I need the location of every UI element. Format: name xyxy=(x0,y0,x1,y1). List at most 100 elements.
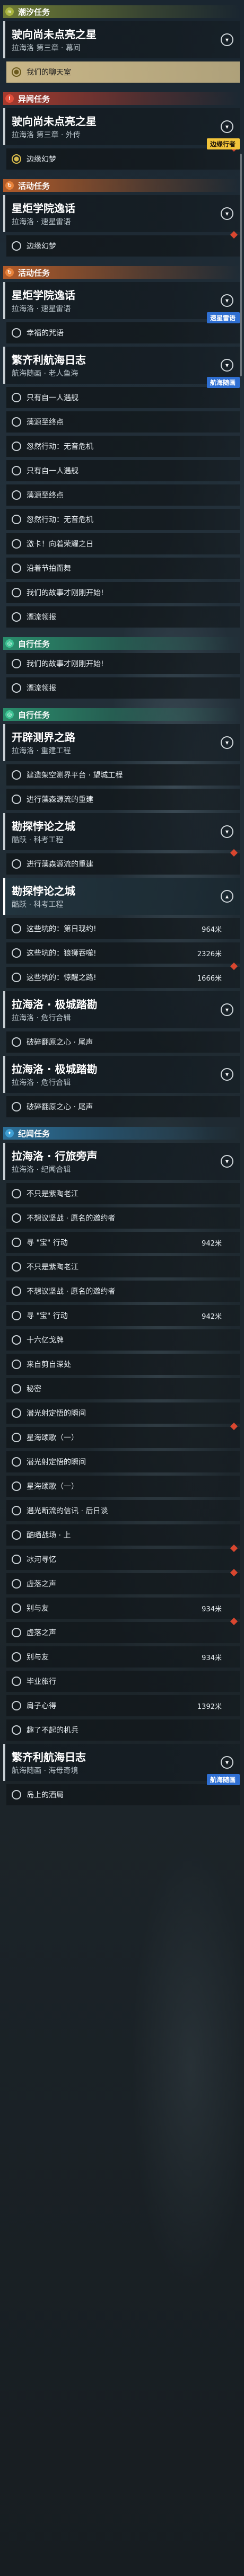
objective-item[interactable]: 忽然行动：无音危机 xyxy=(6,509,240,530)
category-label: 自行任务 xyxy=(18,710,50,720)
objective-item[interactable]: 我们的故事才刚刚开始! xyxy=(6,582,240,603)
objective-item[interactable]: 只有自一人遇舰 xyxy=(6,387,240,408)
objective-item[interactable]: 沿着节拍而舞 xyxy=(6,558,240,579)
objective-item[interactable]: 不只是紫陶老江 xyxy=(6,1256,240,1277)
category-header[interactable]: ! 异闻任务 xyxy=(3,92,240,105)
objective-item[interactable]: 建造架空测界平台 · 望城工程 xyxy=(6,764,240,786)
objective-item[interactable]: 十六亿戈牌 xyxy=(6,1329,240,1351)
objective-item[interactable]: 毕业旅行 xyxy=(6,1671,240,1692)
chevron-toggle-icon[interactable]: ▾ xyxy=(221,1155,233,1168)
quest-tag-badge: 航海随画 xyxy=(206,1774,240,1785)
objective-item[interactable]: 这些坑的：狼狮吞噬! 2326米 xyxy=(6,942,240,964)
quest-header[interactable]: 繁齐利航海日志 航海随画 · 海母奇境 ▾ 航海随画 xyxy=(3,1744,240,1785)
objective-item[interactable]: 漂流领报 xyxy=(6,606,240,628)
category-header[interactable]: ≈ 潮汐任务 xyxy=(3,5,240,18)
objective-item[interactable]: 激卡！向着荣耀之日 xyxy=(6,533,240,554)
category-header[interactable]: ◎ 自行任务 xyxy=(3,708,240,721)
quest-title: 勘探悖论之城 xyxy=(12,885,75,897)
objective-ring-icon xyxy=(12,1457,21,1467)
quest-header[interactable]: 开辟测界之路 拉海洛 · 重建工程 ▾ xyxy=(3,724,240,761)
objective-item[interactable]: 边缘幻梦 xyxy=(6,231,240,257)
objective-ring-icon xyxy=(12,924,21,933)
objective-item[interactable]: 进行藻森源流的重建 xyxy=(6,849,240,875)
chevron-toggle-icon[interactable]: ▾ xyxy=(221,825,233,838)
objective-item[interactable]: 不只是紫陶老江 xyxy=(6,1183,240,1204)
objective-item[interactable]: 漂流领报 xyxy=(6,677,240,699)
category-companion-icon: ◎ xyxy=(5,710,14,719)
objective-item[interactable]: 只有自一人遇舰 xyxy=(6,460,240,481)
objective-text: 酷晒战场 · 上 xyxy=(27,1531,71,1540)
chevron-toggle-icon[interactable]: ▾ xyxy=(221,120,233,133)
objective-text: 虚落之声 xyxy=(27,1580,56,1589)
objective-ring-icon xyxy=(12,1189,21,1198)
category-header[interactable]: ◎ 自行任务 xyxy=(3,637,240,650)
objective-item[interactable]: 藻源至终点 xyxy=(6,411,240,433)
objective-item[interactable]: 这些坑的：惊醒之路! 1666米 xyxy=(6,962,240,988)
objective-text: 冰河寻忆 xyxy=(27,1556,56,1564)
objective-item[interactable]: 幸福的咒语 xyxy=(6,322,240,343)
objective-item[interactable]: 不想议坚战 · 愿名的邀约者 xyxy=(6,1281,240,1302)
objective-item[interactable]: 来自剪自深处 xyxy=(6,1354,240,1375)
objective-item[interactable]: 星海颂歌（一） xyxy=(6,1476,240,1497)
category-companion-icon: ◎ xyxy=(5,639,14,648)
objective-item[interactable]: 寻 "宝" 行动 942米 xyxy=(6,1305,240,1326)
objective-item[interactable]: 不想议坚战 · 愿名的邀约者 xyxy=(6,1207,240,1229)
objective-item[interactable]: 趣了不起的机兵 xyxy=(6,1719,240,1741)
quest-header[interactable]: 勘探悖论之城 酷跃 · 科考工程 ▾ xyxy=(3,813,240,850)
objective-item[interactable]: 别与友 934米 xyxy=(6,1646,240,1668)
quest-header[interactable]: 拉海洛 · 行旅旁声 拉海洛 · 纪闻合辑 ▾ xyxy=(3,1143,240,1180)
objective-item[interactable]: 进行藻森源流的重建 xyxy=(6,789,240,810)
quest-header[interactable]: 驶向尚未点亮之星 拉海洛 第三章 · 幕间 ▾ xyxy=(3,21,240,58)
objective-item[interactable]: 岛上的酒局 xyxy=(6,1784,240,1805)
objective-item[interactable]: 星海颂歌（一） xyxy=(6,1422,240,1448)
quest-header[interactable]: 勘探悖论之城 酷跃 · 科考工程 ▴ xyxy=(3,878,240,915)
objective-text: 星海颂歌（一） xyxy=(27,1434,79,1442)
objective-item[interactable]: 忽然行动：无音危机 xyxy=(6,436,240,457)
chevron-toggle-icon[interactable]: ▾ xyxy=(221,294,233,307)
objective-item[interactable]: 我们的故事才刚刚开始! xyxy=(6,653,240,674)
objective-item[interactable]: 藻源至终点 xyxy=(6,484,240,506)
chevron-toggle-icon[interactable]: ▴ xyxy=(221,890,233,903)
objective-item[interactable]: 我们的聊天室 xyxy=(6,61,240,83)
alert-diamond-icon xyxy=(230,962,238,971)
chevron-toggle-icon[interactable]: ▾ xyxy=(221,1003,233,1016)
objective-item[interactable]: 虚落之声 xyxy=(6,1617,240,1643)
quest-header[interactable]: 拉海洛 · 极城踏勘 拉海洛 · 危行合辑 ▾ xyxy=(3,991,240,1028)
objective-item[interactable]: 别与友 934米 xyxy=(6,1598,240,1619)
objective-item[interactable]: 寻 "宝" 行动 942米 xyxy=(6,1232,240,1253)
objective-ring-icon xyxy=(12,328,21,338)
objective-item[interactable]: 潜光射定悟的瞬间 xyxy=(6,1402,240,1424)
quest-subtitle: 拉海洛 第三章 · 外传 xyxy=(12,131,81,139)
objective-item[interactable]: 冰河寻忆 xyxy=(6,1544,240,1570)
objective-item[interactable]: 遇光断流的信讯 · 后日谈 xyxy=(6,1500,240,1521)
quest-header[interactable]: 驶向尚未点亮之星 拉海洛 第三章 · 外传 ▾ 边缘行者 xyxy=(3,108,240,149)
category-header[interactable]: ✦ 纪闻任务 xyxy=(3,1127,240,1140)
chevron-toggle-icon[interactable]: ▾ xyxy=(221,33,233,46)
chevron-toggle-icon[interactable]: ▾ xyxy=(221,207,233,220)
objective-item[interactable]: 破碎翻原之心 · 尾声 xyxy=(6,1096,240,1117)
category-header[interactable]: ↻ 活动任务 xyxy=(3,179,240,192)
quest-header[interactable]: 星炬学院逸话 拉海洛 · 速星雷语 ▾ xyxy=(3,195,240,232)
objective-text: 这些坑的：第日现约! xyxy=(27,925,97,933)
objective-item[interactable]: 潜光射定悟的瞬间 xyxy=(6,1451,240,1472)
objective-text: 不想议坚战 · 愿名的邀约者 xyxy=(27,1287,116,1296)
chevron-toggle-icon[interactable]: ▾ xyxy=(221,1756,233,1769)
objective-item[interactable]: 秘密 xyxy=(6,1378,240,1399)
objective-ring-icon xyxy=(12,241,21,251)
chevron-toggle-icon[interactable]: ▾ xyxy=(221,736,233,749)
category-header[interactable]: ↻ 活动任务 xyxy=(3,266,240,279)
objective-item[interactable]: 破碎翻原之心 · 尾声 xyxy=(6,1031,240,1053)
quest-header[interactable]: 星炬学院逸话 拉海洛 · 速星雷语 ▾ 速星雷语 xyxy=(3,282,240,323)
chevron-toggle-icon[interactable]: ▾ xyxy=(221,359,233,372)
quest-header[interactable]: 拉海洛 · 极城踏勘 拉海洛 · 危行合辑 ▾ xyxy=(3,1056,240,1093)
objective-text: 藻源至终点 xyxy=(27,491,64,500)
objective-text: 不只是紫陶老江 xyxy=(27,1190,79,1198)
objective-item[interactable]: 酷晒战场 · 上 xyxy=(6,1524,240,1546)
objective-item[interactable]: 这些坑的：第日现约! 964米 xyxy=(6,918,240,939)
chevron-toggle-icon[interactable]: ▾ xyxy=(221,1068,233,1081)
objective-item[interactable]: 虚落之声 xyxy=(6,1568,240,1594)
objective-item[interactable]: 肩子心得 1392米 xyxy=(6,1695,240,1716)
quest-header[interactable]: 繁齐利航海日志 航海随画 · 老人鱼海 ▾ 航海随画 xyxy=(3,347,240,388)
objective-item[interactable]: 边缘幻梦 xyxy=(6,144,240,170)
